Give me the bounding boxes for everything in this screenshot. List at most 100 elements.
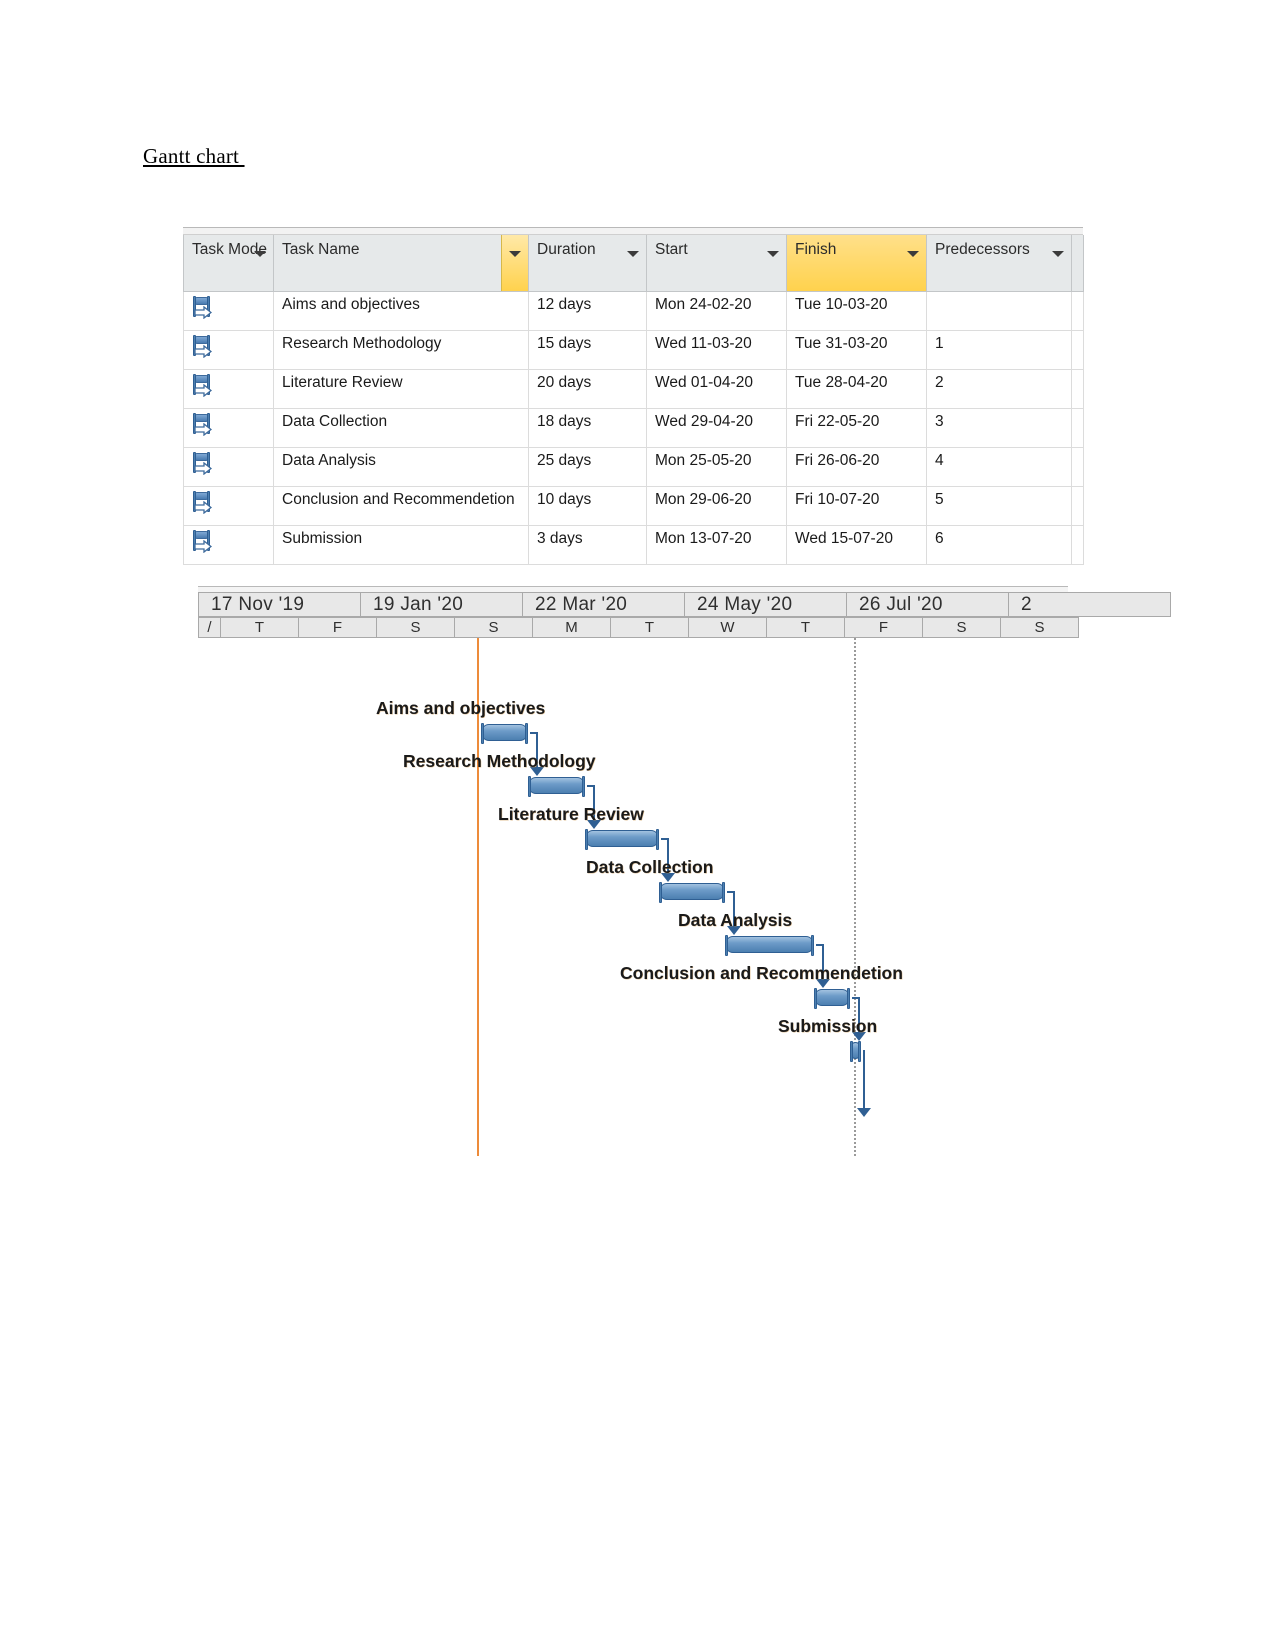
column-header-predecessors[interactable]: Predecessors	[926, 235, 1072, 292]
cell-task-mode[interactable]	[183, 486, 274, 526]
column-header-label: Duration	[537, 241, 596, 258]
cell-start[interactable]: Mon 24-02-20	[646, 291, 787, 331]
cell-finish[interactable]: Tue 31-03-20	[786, 330, 927, 370]
auto-schedule-icon	[192, 374, 214, 398]
table-row[interactable]: Literature Review 20 days Wed 01-04-20 Tue …	[183, 369, 1084, 409]
gantt-bar[interactable]	[725, 935, 814, 956]
gantt-bar[interactable]	[814, 988, 850, 1009]
gantt-bar[interactable]	[481, 723, 528, 744]
link-arrow-icon	[857, 1108, 871, 1117]
cell-task-name[interactable]: Conclusion and Recommendetion	[273, 486, 529, 526]
gantt-bar-label: Data Collection	[586, 857, 714, 877]
gantt-bar[interactable]	[659, 882, 725, 903]
gantt-bar-label: Submission	[778, 1016, 878, 1036]
cell-task-mode[interactable]	[183, 369, 274, 409]
chevron-down-icon[interactable]	[254, 251, 266, 257]
cell-task-name[interactable]: Submission	[273, 525, 529, 565]
cell-finish[interactable]: Fri 22-05-20	[786, 408, 927, 448]
column-header-duration[interactable]: Duration	[528, 235, 647, 292]
cell-start[interactable]: Wed 29-04-20	[646, 408, 787, 448]
column-header-task-name[interactable]: Task Name	[273, 235, 529, 292]
column-header-next[interactable]	[1071, 235, 1084, 292]
cell-duration[interactable]: 18 days	[528, 408, 647, 448]
timeline-major-cell: 24 May '20	[685, 592, 847, 617]
cell-finish[interactable]: Tue 28-04-20	[786, 369, 927, 409]
table-row[interactable]: Data Collection 18 days Wed 29-04-20 Fri 22…	[183, 408, 1084, 448]
status-date-line	[854, 638, 856, 1156]
auto-schedule-icon	[192, 530, 214, 554]
cell-task-name[interactable]: Research Methodology	[273, 330, 529, 370]
column-header-task-mode[interactable]: Task Mode	[183, 235, 274, 292]
gantt-bar[interactable]	[528, 776, 585, 797]
gantt-bar-label: Data Analysis	[678, 910, 793, 930]
chevron-down-icon[interactable]	[509, 251, 521, 257]
cell-start[interactable]: Mon 13-07-20	[646, 525, 787, 565]
cell-finish[interactable]: Tue 10-03-20	[786, 291, 927, 331]
timeline-major-cell: 19 Jan '20	[361, 592, 523, 617]
cell-predecessors[interactable]: 6	[926, 525, 1072, 565]
cell-task-name[interactable]: Data Analysis	[273, 447, 529, 487]
timeline-major-cell: 22 Mar '20	[523, 592, 685, 617]
cell-task-name[interactable]: Literature Review	[273, 369, 529, 409]
gantt-bar-label: Research Methodology	[403, 751, 596, 771]
table-row[interactable]: Submission 3 days Mon 13-07-20 Wed 15-07-20…	[183, 525, 1084, 565]
page-title: Gantt chart	[143, 144, 245, 168]
table-row[interactable]: Data Analysis 25 days Mon 25-05-20 Fri 26-0…	[183, 447, 1084, 487]
timeline-minor-row: / T F S S M T W T F S S	[198, 617, 1079, 638]
cell-start[interactable]: Mon 25-05-20	[646, 447, 787, 487]
cell-duration[interactable]: 15 days	[528, 330, 647, 370]
table-row[interactable]: Conclusion and Recommendetion 10 days Mon …	[183, 486, 1084, 526]
cell-predecessors[interactable]: 1	[926, 330, 1072, 370]
timeline-major-row: 17 Nov '19 19 Jan '20 22 Mar '20 24 May '20…	[198, 592, 1171, 617]
cell-predecessors[interactable]: 3	[926, 408, 1072, 448]
cell-finish[interactable]: Fri 26-06-20	[786, 447, 927, 487]
cell-task-name[interactable]: Aims and objectives	[273, 291, 529, 331]
column-header-label: Task Name	[282, 241, 360, 258]
cell-duration[interactable]: 3 days	[528, 525, 647, 565]
gantt-bar-label: Literature Review	[498, 804, 644, 824]
cell-duration[interactable]: 10 days	[528, 486, 647, 526]
cell-predecessors[interactable]: 4	[926, 447, 1072, 487]
auto-schedule-icon	[192, 491, 214, 515]
column-header-start[interactable]: Start	[646, 235, 787, 292]
timeline-major-cell: 2	[1009, 592, 1171, 617]
chevron-down-icon[interactable]	[907, 251, 919, 257]
cell-task-mode[interactable]	[183, 330, 274, 370]
timeline-minor-cell: F	[299, 617, 377, 638]
cell-start[interactable]: Wed 01-04-20	[646, 369, 787, 409]
chevron-down-icon[interactable]	[1052, 251, 1064, 257]
timeline-major-cell: 26 Jul '20	[847, 592, 1009, 617]
cell-duration[interactable]: 12 days	[528, 291, 647, 331]
cell-start[interactable]: Wed 11-03-20	[646, 330, 787, 370]
table-top-divider	[183, 227, 1083, 235]
cell-task-mode[interactable]	[183, 291, 274, 331]
cell-task-mode[interactable]	[183, 447, 274, 487]
timeline-minor-cell: S	[1001, 617, 1079, 638]
cell-predecessors[interactable]: 2	[926, 369, 1072, 409]
gantt-bar[interactable]	[585, 829, 659, 850]
task-name-filter-box[interactable]	[501, 235, 528, 291]
cell-duration[interactable]: 20 days	[528, 369, 647, 409]
chevron-down-icon[interactable]	[767, 251, 779, 257]
cell-start[interactable]: Mon 29-06-20	[646, 486, 787, 526]
timeline-minor-cell: T	[221, 617, 299, 638]
chevron-down-icon[interactable]	[627, 251, 639, 257]
cell-task-mode[interactable]	[183, 525, 274, 565]
cell-duration[interactable]: 25 days	[528, 447, 647, 487]
auto-schedule-icon	[192, 296, 214, 320]
cell-predecessors[interactable]: 5	[926, 486, 1072, 526]
cell-finish[interactable]: Fri 10-07-20	[786, 486, 927, 526]
cell-task-name[interactable]: Data Collection	[273, 408, 529, 448]
column-header-finish[interactable]: Finish	[786, 235, 927, 292]
cell-finish[interactable]: Wed 15-07-20	[786, 525, 927, 565]
cell-extra	[1071, 447, 1084, 487]
table-row[interactable]: Research Methodology 15 days Wed 11-03-20 T…	[183, 330, 1084, 370]
gantt-bar[interactable]	[850, 1041, 861, 1062]
timeline-minor-cell: F	[845, 617, 923, 638]
table-row[interactable]: Aims and objectives 12 days Mon 24-02-20 Tu…	[183, 291, 1084, 331]
cell-task-mode[interactable]	[183, 408, 274, 448]
column-header-label: Predecessors	[935, 241, 1030, 258]
timeline-minor-cell: T	[611, 617, 689, 638]
cell-predecessors[interactable]	[926, 291, 1072, 331]
column-header-label: Finish	[795, 241, 837, 258]
